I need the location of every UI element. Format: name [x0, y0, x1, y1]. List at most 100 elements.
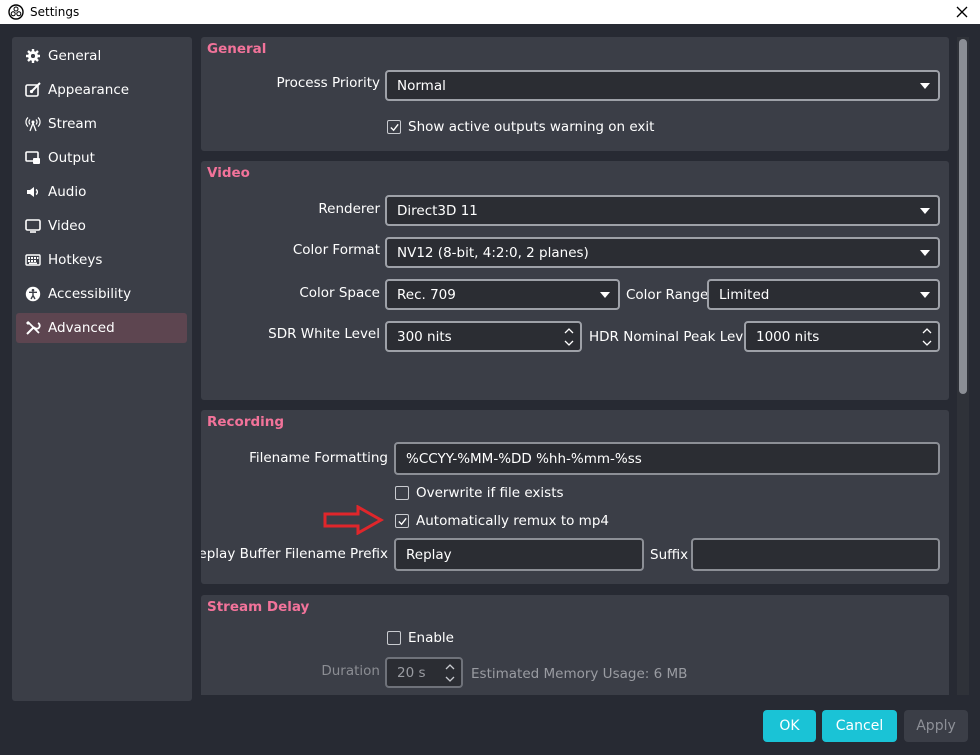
- monitor-icon: [24, 217, 42, 235]
- suffix-label: Suffix: [650, 547, 689, 563]
- sidebar-item-general[interactable]: General: [16, 41, 187, 71]
- remux-checkbox[interactable]: Automatically remux to mp4: [395, 513, 609, 529]
- sidebar-item-label: Accessibility: [48, 286, 132, 302]
- sdr-white-spinbox[interactable]: 300 nits: [385, 321, 582, 352]
- output-icon: [24, 149, 42, 167]
- color-space-label: Color Space: [299, 285, 380, 301]
- sidebar-item-stream[interactable]: Stream: [16, 109, 187, 139]
- sidebar-item-label: Output: [48, 150, 95, 166]
- group-title-general: General: [207, 41, 267, 57]
- replay-prefix-value: Replay: [406, 546, 452, 563]
- duration-value: 20 s: [397, 664, 426, 681]
- obs-logo-icon: [8, 4, 24, 20]
- scrollbar-thumb[interactable]: [959, 39, 967, 394]
- filename-format-label: Filename Formatting: [249, 450, 388, 466]
- spin-arrows-icon[interactable]: [445, 661, 455, 685]
- memory-usage-text: Estimated Memory Usage: 6 MB: [471, 666, 688, 682]
- filename-format-input[interactable]: %CCYY-%MM-%DD %hh-%mm-%ss: [394, 442, 940, 475]
- replay-prefix-label: Replay Buffer Filename Prefix: [201, 546, 388, 562]
- renderer-value: Direct3D 11: [397, 202, 478, 219]
- sidebar-item-output[interactable]: Output: [16, 143, 187, 173]
- filename-format-value: %CCYY-%MM-%DD %hh-%mm-%ss: [406, 450, 642, 467]
- appearance-icon: [24, 81, 42, 99]
- recording-group: Recording Filename Formatting %CCYY-%MM-…: [201, 410, 949, 584]
- gear-icon: [24, 47, 42, 65]
- color-range-dropdown[interactable]: Limited: [707, 279, 940, 310]
- sidebar-item-label: Stream: [48, 116, 97, 132]
- show-warning-checkbox[interactable]: Show active outputs warning on exit: [387, 119, 654, 135]
- stream-delay-group: Stream Delay Enable Duration 20 s Estima…: [201, 595, 949, 695]
- sidebar-item-audio[interactable]: Audio: [16, 177, 187, 207]
- hdr-peak-label: HDR Nominal Peak Level: [589, 329, 756, 345]
- checkbox-box: [395, 514, 409, 528]
- group-title-stream-delay: Stream Delay: [207, 599, 310, 615]
- remux-label: Automatically remux to mp4: [416, 513, 609, 529]
- checkmark-icon: [389, 123, 399, 131]
- chevron-down-icon: [920, 83, 930, 89]
- chevron-down-icon: [920, 208, 930, 214]
- accessibility-icon: [24, 285, 42, 303]
- color-format-dropdown[interactable]: NV12 (8-bit, 4:2:0, 2 planes): [385, 237, 940, 268]
- color-range-label: Color Range: [626, 287, 709, 303]
- replay-prefix-input[interactable]: Replay: [394, 538, 644, 571]
- process-priority-dropdown[interactable]: Normal: [385, 70, 940, 101]
- sidebar-item-accessibility[interactable]: Accessibility: [16, 279, 187, 309]
- title-bar: Settings: [0, 0, 980, 24]
- checkbox-box: [387, 631, 401, 645]
- show-warning-label: Show active outputs warning on exit: [408, 119, 655, 135]
- sdr-white-value: 300 nits: [397, 328, 452, 345]
- spin-arrows-icon[interactable]: [922, 325, 932, 349]
- annotation-arrow-icon: [323, 505, 384, 535]
- settings-content: General Process Priority Normal Show act…: [201, 37, 949, 695]
- speaker-icon: [24, 183, 42, 201]
- close-icon[interactable]: [952, 2, 972, 22]
- checkbox-box: [387, 120, 401, 134]
- ok-button[interactable]: OK: [763, 710, 816, 742]
- sidebar-item-label: Video: [48, 218, 86, 234]
- antenna-icon: [24, 115, 42, 133]
- sidebar-item-advanced[interactable]: Advanced: [16, 313, 187, 343]
- color-format-label: Color Format: [292, 242, 380, 258]
- color-space-value: Rec. 709: [397, 286, 456, 303]
- renderer-dropdown[interactable]: Direct3D 11: [385, 195, 940, 226]
- sidebar-item-label: Appearance: [48, 82, 130, 98]
- sidebar-item-label: General: [48, 48, 102, 64]
- sidebar-item-appearance[interactable]: Appearance: [16, 75, 187, 105]
- keyboard-icon: [24, 251, 42, 269]
- group-title-recording: Recording: [207, 414, 285, 430]
- chevron-down-icon: [600, 292, 610, 298]
- sidebar-item-label: Advanced: [48, 320, 115, 336]
- chevron-down-icon: [920, 250, 930, 256]
- sidebar-item-label: Audio: [48, 184, 87, 200]
- color-range-value: Limited: [719, 286, 770, 303]
- general-group: General Process Priority Normal Show act…: [201, 37, 949, 151]
- video-group: Video Renderer Direct3D 11 Color Format …: [201, 161, 949, 400]
- spin-arrows-icon[interactable]: [564, 325, 574, 349]
- content-scrollbar[interactable]: [957, 37, 969, 695]
- sidebar-item-hotkeys[interactable]: Hotkeys: [16, 245, 187, 275]
- window-title: Settings: [30, 5, 80, 19]
- suffix-input[interactable]: [691, 538, 940, 571]
- hdr-peak-value: 1000 nits: [756, 328, 820, 345]
- tools-icon: [24, 319, 42, 337]
- settings-sidebar: General Appearance Stream Output Audio V…: [12, 37, 192, 701]
- checkmark-icon: [397, 517, 407, 525]
- renderer-label: Renderer: [318, 201, 380, 217]
- overwrite-label: Overwrite if file exists: [416, 485, 564, 501]
- process-priority-value: Normal: [397, 77, 446, 94]
- enable-delay-checkbox[interactable]: Enable: [387, 630, 454, 646]
- process-priority-label: Process Priority: [276, 75, 380, 91]
- sidebar-item-label: Hotkeys: [48, 252, 103, 268]
- color-space-dropdown[interactable]: Rec. 709: [385, 279, 620, 310]
- color-format-value: NV12 (8-bit, 4:2:0, 2 planes): [397, 244, 589, 261]
- duration-label: Duration: [321, 663, 380, 679]
- group-title-video: Video: [207, 165, 250, 181]
- sdr-white-label: SDR White Level: [268, 326, 380, 342]
- cancel-button[interactable]: Cancel: [822, 710, 897, 742]
- sidebar-item-video[interactable]: Video: [16, 211, 187, 241]
- checkbox-box: [395, 486, 409, 500]
- hdr-peak-spinbox[interactable]: 1000 nits: [744, 321, 940, 352]
- duration-spinbox[interactable]: 20 s: [385, 657, 463, 688]
- overwrite-checkbox[interactable]: Overwrite if file exists: [395, 485, 564, 501]
- apply-button[interactable]: Apply: [904, 710, 968, 742]
